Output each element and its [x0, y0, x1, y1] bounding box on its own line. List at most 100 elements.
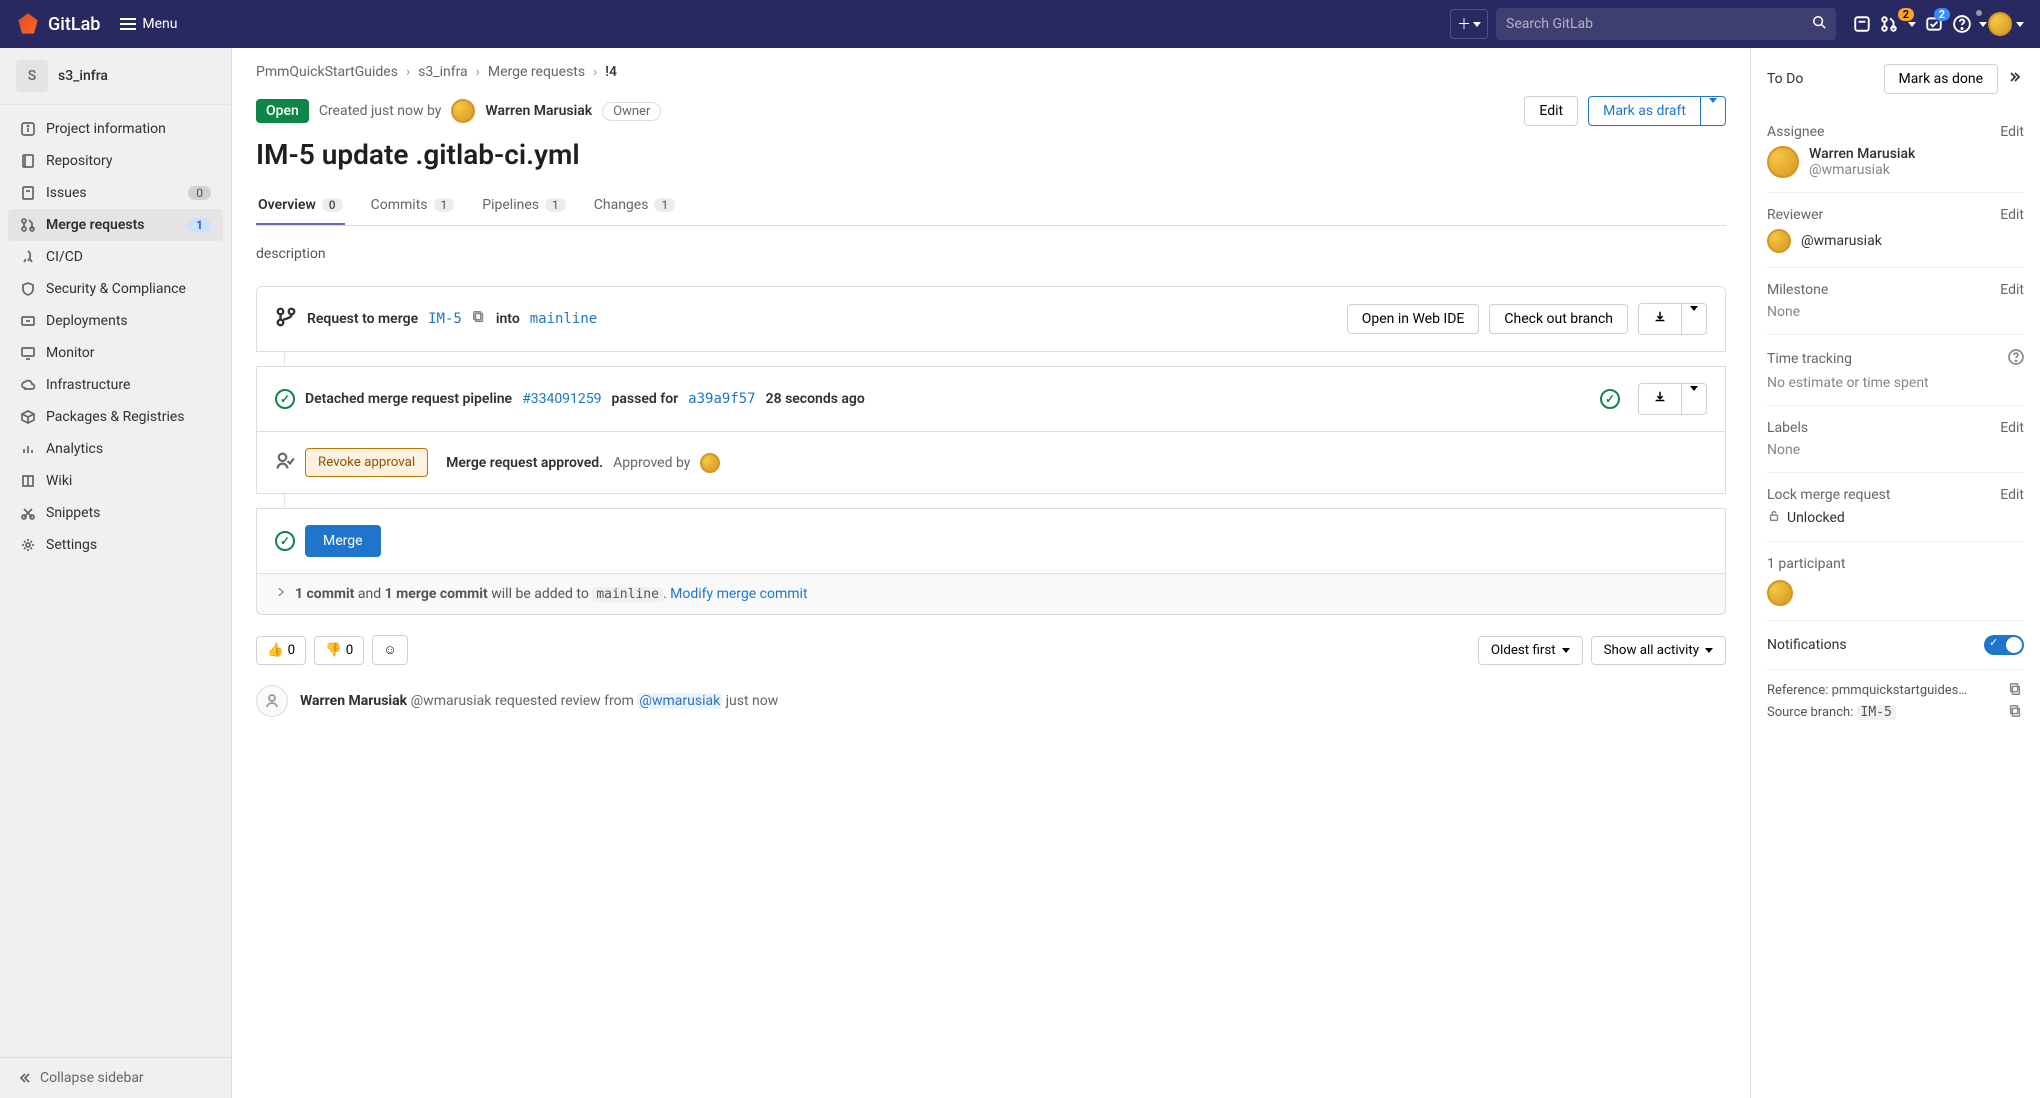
sidebar-item-project-information[interactable]: Project information [8, 113, 223, 145]
approval-icon [275, 451, 295, 475]
chevron-down-icon [1908, 22, 1916, 27]
search-box[interactable] [1496, 8, 1836, 40]
breadcrumb-section[interactable]: Merge requests [488, 64, 585, 80]
tabs: Overview 0 Commits 1 Pipelines 1 Changes… [256, 187, 1726, 226]
chevron-down-icon [1473, 22, 1481, 27]
tab-commits[interactable]: Commits 1 [369, 187, 457, 225]
sidebar-item-security[interactable]: Security & Compliance [8, 273, 223, 305]
sidebar-item-monitor[interactable]: Monitor [8, 337, 223, 369]
sidebar-item-label: Issues [46, 185, 87, 201]
download-button[interactable] [1638, 303, 1682, 335]
activity-reviewer-link[interactable]: @wmarusiak [637, 693, 722, 709]
participant-avatar-icon[interactable] [1767, 580, 1793, 606]
sort-dropdown[interactable]: Oldest first [1478, 636, 1583, 665]
mark-draft-group: Mark as draft [1588, 96, 1726, 126]
sidebar-item-cicd[interactable]: CI/CD [8, 241, 223, 273]
author-name[interactable]: Warren Marusiak [485, 103, 592, 119]
thumbs-down-button[interactable]: 👎0 [314, 636, 364, 665]
project-avatar: S [16, 60, 48, 92]
download-icon [1653, 310, 1667, 324]
copy-icon[interactable] [2008, 704, 2024, 720]
tab-pipelines[interactable]: Pipelines 1 [480, 187, 567, 225]
info-icon [20, 121, 36, 137]
up-count: 0 [288, 643, 296, 658]
copy-icon[interactable] [2008, 682, 2024, 698]
source-branch[interactable]: IM-5 [428, 311, 462, 327]
sidebar-item-infrastructure[interactable]: Infrastructure [8, 369, 223, 401]
help-icon[interactable] [1952, 8, 1988, 40]
milestone-edit[interactable]: Edit [2000, 282, 2024, 298]
mark-done-button[interactable]: Mark as done [1884, 64, 1999, 94]
issues-icon [20, 185, 36, 201]
tab-overview[interactable]: Overview 0 [256, 187, 345, 225]
download-dropdown[interactable] [1682, 303, 1707, 335]
labels-block: Labels Edit None [1767, 406, 2024, 473]
target-branch[interactable]: mainline [530, 311, 597, 327]
new-dropdown[interactable]: ＋ [1450, 9, 1488, 39]
pipeline-mid: passed for [612, 391, 679, 407]
activity-author-handle[interactable]: @wmarusiak [411, 693, 492, 709]
thumbs-up-button[interactable]: 👍0 [256, 636, 306, 665]
menu-button[interactable]: Menu [120, 16, 177, 32]
activity-author[interactable]: Warren Marusiak [300, 693, 407, 709]
artifact-dropdown[interactable] [1682, 383, 1707, 415]
todos-icon[interactable]: 2 [1916, 8, 1952, 40]
reviewer-edit[interactable]: Edit [2000, 207, 2024, 223]
logo-area[interactable]: GitLab [16, 12, 100, 36]
issues-icon[interactable] [1844, 8, 1880, 40]
notifications-toggle[interactable] [1984, 635, 2024, 655]
sidebar-item-settings[interactable]: Settings [8, 529, 223, 561]
assignee-name[interactable]: Warren Marusiak [1809, 146, 1915, 162]
reviewer-avatar-icon [1767, 229, 1791, 253]
chevron-down-icon [2016, 22, 2024, 27]
tab-changes[interactable]: Changes 1 [592, 187, 677, 225]
edit-button[interactable]: Edit [1524, 96, 1578, 126]
sidebar-item-issues[interactable]: Issues 0 [8, 177, 223, 209]
sidebar-item-deployments[interactable]: Deployments [8, 305, 223, 337]
pipeline-sha-link[interactable]: a39a9f57 [688, 391, 755, 407]
sidebar-item-repository[interactable]: Repository [8, 145, 223, 177]
breadcrumb-project[interactable]: s3_infra [418, 64, 468, 80]
revoke-approval-button[interactable]: Revoke approval [305, 448, 428, 477]
breadcrumb-group[interactable]: PmmQuickStartGuides [256, 64, 398, 80]
mark-draft-button[interactable]: Mark as draft [1588, 96, 1701, 126]
user-menu[interactable] [1988, 8, 2024, 40]
description: description [256, 246, 1726, 262]
assignee-avatar-icon [1767, 146, 1799, 178]
merge-requests-icon[interactable]: 2 [1880, 8, 1916, 40]
check-out-branch-button[interactable]: Check out branch [1489, 304, 1628, 334]
collapse-right-icon[interactable] [2008, 69, 2024, 89]
emoji-picker-button[interactable]: ☺ [372, 635, 408, 665]
help-icon[interactable] [2008, 349, 2024, 369]
reactions-row: 👍0 👎0 ☺ Oldest first Show all activity [256, 635, 1726, 665]
todo-label: To Do [1767, 71, 1803, 87]
modify-commit-link[interactable]: Modify merge commit [670, 586, 807, 602]
project-header[interactable]: S s3_infra [0, 48, 231, 105]
labels-edit[interactable]: Edit [2000, 420, 2024, 436]
activity-filter-dropdown[interactable]: Show all activity [1591, 636, 1726, 665]
expand-icon[interactable] [275, 586, 287, 602]
lock-edit[interactable]: Edit [2000, 487, 2024, 503]
pipeline-id-link[interactable]: #334091259 [522, 391, 601, 407]
artifact-download-button[interactable] [1638, 383, 1682, 415]
sidebar-item-merge-requests[interactable]: Merge requests 1 [8, 209, 223, 241]
collapse-sidebar-button[interactable]: Collapse sidebar [0, 1057, 231, 1098]
deployments-icon [20, 313, 36, 329]
sort-label: Oldest first [1491, 643, 1556, 658]
approver-avatar-icon[interactable] [700, 453, 720, 473]
participants-label: 1 participant [1767, 556, 2024, 572]
search-input[interactable] [1506, 16, 1812, 32]
copy-icon[interactable] [472, 310, 486, 328]
sidebar-item-snippets[interactable]: Snippets [8, 497, 223, 529]
merge-button[interactable]: Merge [305, 525, 381, 557]
mark-draft-dropdown[interactable] [1701, 96, 1726, 126]
assignee-edit[interactable]: Edit [2000, 124, 2024, 140]
sidebar-item-packages[interactable]: Packages & Registries [8, 401, 223, 433]
sidebar-item-wiki[interactable]: Wiki [8, 465, 223, 497]
pipeline-prefix: Detached merge request pipeline [305, 391, 512, 407]
open-web-ide-button[interactable]: Open in Web IDE [1347, 304, 1480, 334]
sidebar-item-analytics[interactable]: Analytics [8, 433, 223, 465]
status-passed-icon[interactable]: ✓ [1600, 389, 1620, 409]
labels-value: None [1767, 442, 2024, 458]
reviewer-handle[interactable]: @wmarusiak [1801, 233, 1882, 249]
